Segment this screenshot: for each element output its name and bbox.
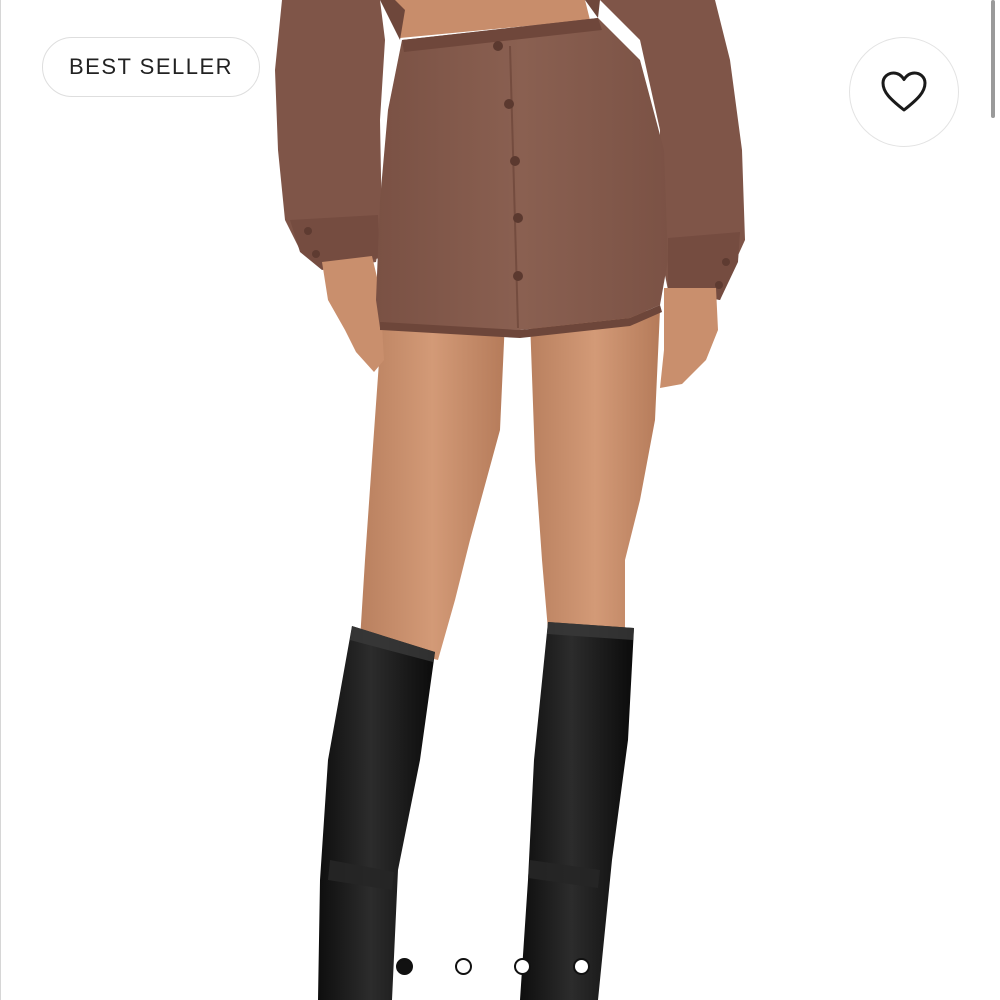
skirt-button (513, 213, 523, 223)
scrollbar[interactable] (991, 0, 995, 118)
pagination-dot-1[interactable] (396, 958, 413, 975)
page-edge-divider (0, 0, 1, 1000)
cuff-button (715, 281, 723, 289)
skirt-button (510, 156, 520, 166)
skirt (376, 18, 668, 330)
badge-label: BEST SELLER (68, 54, 234, 79)
product-photo[interactable] (0, 0, 1000, 1000)
right-boot (520, 622, 634, 1000)
pagination-dot-4[interactable] (573, 958, 590, 975)
product-gallery-screen: BEST SELLER (0, 0, 1000, 1000)
left-leg (360, 320, 505, 660)
skirt-button (504, 99, 514, 109)
wishlist-button[interactable] (849, 37, 959, 147)
right-leg (530, 310, 660, 630)
heart-outline-icon (881, 71, 927, 112)
gallery-pagination (396, 958, 590, 975)
skirt-button (493, 41, 503, 51)
pagination-dot-2[interactable] (455, 958, 472, 975)
best-seller-badge: BEST SELLER (42, 37, 260, 97)
pagination-dot-3[interactable] (514, 958, 531, 975)
skirt-button (513, 271, 523, 281)
left-boot (318, 626, 435, 1000)
cuff-button (722, 258, 730, 266)
left-hand (322, 256, 384, 372)
right-hand (660, 288, 718, 388)
cuff-button (312, 250, 320, 258)
cuff-button (304, 227, 312, 235)
